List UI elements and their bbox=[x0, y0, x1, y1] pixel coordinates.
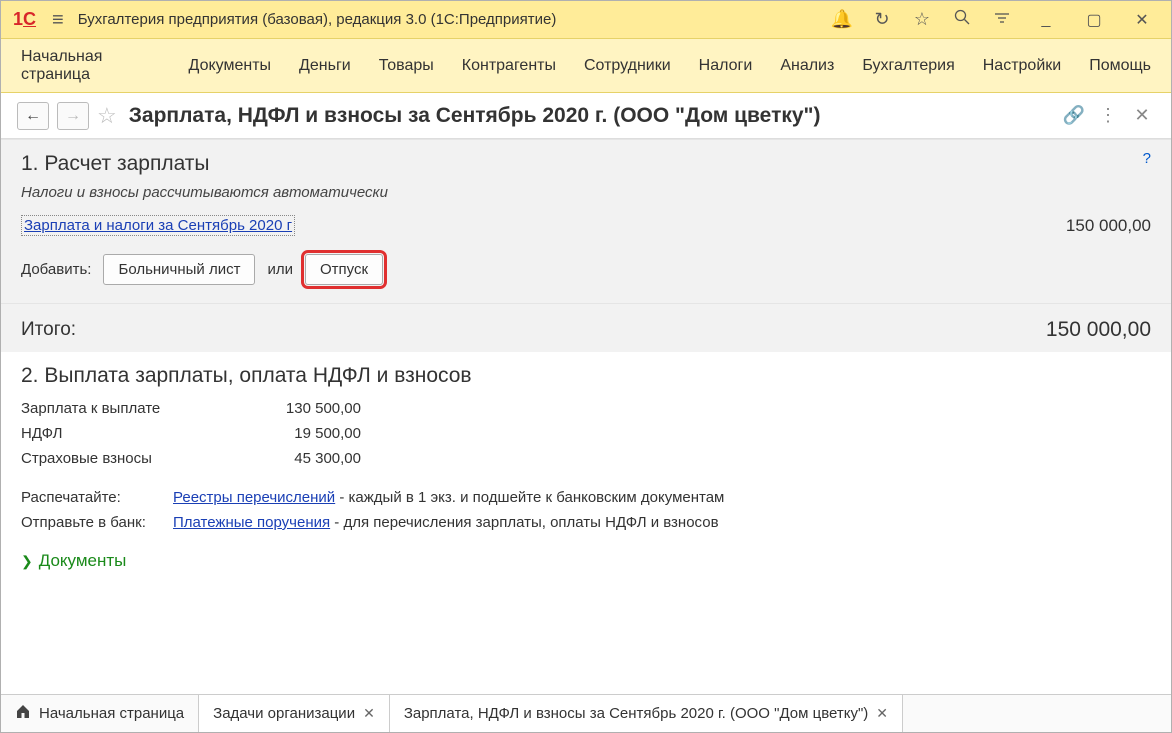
section-payment: 2. Выплата зарплаты, оплата НДФЛ и взнос… bbox=[1, 352, 1171, 589]
page-header: ← → ☆ Зарплата, НДФЛ и взносы за Сентябр… bbox=[1, 93, 1171, 139]
menubar: Начальная страница Документы Деньги Това… bbox=[1, 39, 1171, 93]
send-instruction: Отправьте в банк: Платежные поручения - … bbox=[21, 510, 1151, 535]
menu-contragents[interactable]: Контрагенты bbox=[462, 57, 556, 75]
tab-home-label: Начальная страница bbox=[39, 705, 184, 722]
print-tail: - каждый в 1 экз. и подшейте к банковски… bbox=[335, 489, 724, 506]
table-row: Зарплата к выплате 130 500,00 bbox=[21, 396, 1151, 421]
menu-help[interactable]: Помощь bbox=[1089, 57, 1151, 75]
print-instruction: Распечатайте: Реестры перечислений - каж… bbox=[21, 485, 1151, 510]
row-value: 19 500,00 bbox=[251, 425, 361, 442]
filter-icon[interactable] bbox=[989, 9, 1015, 30]
row-label: НДФЛ bbox=[21, 425, 251, 442]
window-minimize-button[interactable]: _ bbox=[1029, 11, 1063, 29]
menu-goods[interactable]: Товары bbox=[379, 57, 434, 75]
section1-amount: 150 000,00 bbox=[1066, 216, 1151, 236]
send-label: Отправьте в банк: bbox=[21, 514, 161, 531]
documents-label: Документы bbox=[39, 551, 127, 571]
nav-back-button[interactable]: ← bbox=[17, 102, 49, 130]
history-icon[interactable]: ↻ bbox=[869, 9, 895, 30]
or-label: или bbox=[267, 261, 293, 278]
search-icon[interactable] bbox=[949, 9, 975, 30]
table-row: НДФЛ 19 500,00 bbox=[21, 421, 1151, 446]
sick-leave-button[interactable]: Больничный лист bbox=[103, 254, 255, 285]
help-icon[interactable]: ? bbox=[1143, 150, 1151, 167]
main-content: ? 1. Расчет зарплаты Налоги и взносы рас… bbox=[1, 139, 1171, 694]
menu-documents[interactable]: Документы bbox=[189, 57, 271, 75]
star-icon[interactable]: ☆ bbox=[909, 9, 935, 30]
row-label: Зарплата к выплате bbox=[21, 400, 251, 417]
app-logo: 1C bbox=[13, 9, 38, 30]
link-salary-taxes[interactable]: Зарплата и налоги за Сентябрь 2020 г bbox=[21, 215, 295, 236]
close-icon[interactable]: ✕ bbox=[876, 705, 888, 722]
home-icon bbox=[15, 703, 31, 724]
link-icon[interactable]: 🔗 bbox=[1061, 105, 1087, 126]
menu-analysis[interactable]: Анализ bbox=[780, 57, 834, 75]
send-tail: - для перечисления зарплаты, оплаты НДФЛ… bbox=[330, 514, 718, 531]
row-value: 45 300,00 bbox=[251, 450, 361, 467]
window-maximize-button[interactable]: ▢ bbox=[1077, 10, 1111, 30]
tab-label: Зарплата, НДФЛ и взносы за Сентябрь 2020… bbox=[404, 705, 868, 722]
total-label: Итого: bbox=[21, 319, 76, 341]
menu-money[interactable]: Деньги bbox=[299, 57, 351, 75]
titlebar: 1C ≡ Бухгалтерия предприятия (базовая), … bbox=[1, 1, 1171, 39]
link-registry[interactable]: Реестры перечислений bbox=[173, 489, 335, 506]
row-value: 130 500,00 bbox=[251, 400, 361, 417]
vacation-button[interactable]: Отпуск bbox=[305, 254, 383, 285]
tab-org-tasks[interactable]: Задачи организации ✕ bbox=[199, 695, 390, 732]
menu-home[interactable]: Начальная страница bbox=[21, 48, 161, 84]
row-label: Страховые взносы bbox=[21, 450, 251, 467]
total-row: Итого: 150 000,00 bbox=[1, 303, 1171, 352]
table-row: Страховые взносы 45 300,00 bbox=[21, 446, 1151, 471]
add-label: Добавить: bbox=[21, 261, 91, 278]
menu-settings[interactable]: Настройки bbox=[983, 57, 1061, 75]
section1-note: Налоги и взносы рассчитываются автоматич… bbox=[21, 184, 1151, 201]
main-menu-icon[interactable]: ≡ bbox=[52, 10, 64, 30]
nav-forward-button[interactable]: → bbox=[57, 102, 89, 130]
print-label: Распечатайте: bbox=[21, 489, 161, 506]
more-icon[interactable]: ⋮ bbox=[1095, 105, 1121, 126]
section2-title: 2. Выплата зарплаты, оплата НДФЛ и взнос… bbox=[21, 364, 1151, 388]
close-icon[interactable]: ✕ bbox=[363, 705, 375, 722]
menu-employees[interactable]: Сотрудники bbox=[584, 57, 671, 75]
bell-icon[interactable]: 🔔 bbox=[829, 9, 855, 30]
tab-home[interactable]: Начальная страница bbox=[1, 695, 199, 732]
chevron-right-icon: ❯ bbox=[21, 553, 33, 570]
link-payment-orders[interactable]: Платежные поручения bbox=[173, 514, 330, 531]
section1-title: 1. Расчет зарплаты bbox=[21, 152, 1151, 176]
window-close-button[interactable]: ✕ bbox=[1125, 10, 1159, 30]
favorite-toggle[interactable]: ☆ bbox=[97, 103, 117, 129]
total-value: 150 000,00 bbox=[1046, 318, 1151, 342]
tab-salary[interactable]: Зарплата, НДФЛ и взносы за Сентябрь 2020… bbox=[390, 695, 903, 732]
menu-bookkeeping[interactable]: Бухгалтерия bbox=[862, 57, 954, 75]
documents-toggle[interactable]: ❯ Документы bbox=[21, 551, 1151, 571]
tab-label: Задачи организации bbox=[213, 705, 355, 722]
menu-taxes[interactable]: Налоги bbox=[699, 57, 753, 75]
close-page-icon[interactable]: ✕ bbox=[1129, 105, 1155, 126]
page-title: Зарплата, НДФЛ и взносы за Сентябрь 2020… bbox=[129, 104, 821, 128]
bottom-tabs: Начальная страница Задачи организации ✕ … bbox=[1, 694, 1171, 732]
payment-summary-table: Зарплата к выплате 130 500,00 НДФЛ 19 50… bbox=[21, 396, 1151, 471]
section-salary-calc: ? 1. Расчет зарплаты Налоги и взносы рас… bbox=[1, 139, 1171, 303]
app-name: Бухгалтерия предприятия (базовая), редак… bbox=[78, 11, 557, 28]
